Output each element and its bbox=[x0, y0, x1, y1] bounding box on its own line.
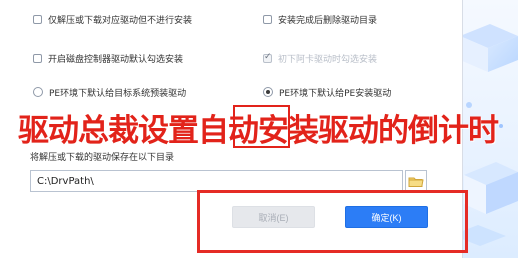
confirm-button[interactable]: 确定(K) bbox=[345, 206, 428, 228]
option-delete-driver-folder[interactable]: 安装完成后删除驱动目录 bbox=[263, 10, 377, 28]
option-disk-controller-driver[interactable]: 开启磁盘控制器驱动默认勾选安装 bbox=[33, 49, 183, 67]
option-disabled-auto-install-label: 初下阿卡驱动时勾选安装 bbox=[278, 54, 378, 65]
option-disabled-auto-install: 初下阿卡驱动时勾选安装 bbox=[263, 49, 377, 67]
checkbox-disabled-auto-install bbox=[263, 52, 272, 63]
checkbox-delete-driver-folder[interactable] bbox=[263, 14, 272, 24]
radio-button-pe-install[interactable] bbox=[263, 87, 273, 97]
tutorial-overlay-title: 驱动总裁设置自动安装驱动的倒计时 bbox=[18, 112, 499, 149]
screenshot-page: 仅解压或下载对应驱动但不进行安装 安装完成后删除驱动目录 开启磁盘控制器驱动默认… bbox=[0, 0, 518, 258]
option-disk-controller-driver-label: 开启磁盘控制器驱动默认勾选安装 bbox=[48, 54, 184, 65]
option-extract-only-label: 仅解压或下载对应驱动但不进行安装 bbox=[48, 15, 193, 26]
radio-button-target-system[interactable] bbox=[33, 87, 43, 97]
driver-save-path-input[interactable] bbox=[30, 170, 403, 192]
radio-pe-install-label: PE环境下默认给PE安装驱动 bbox=[279, 88, 392, 99]
checkbox-disk-controller-driver[interactable] bbox=[33, 53, 42, 63]
option-extract-only[interactable]: 仅解压或下载对应驱动但不进行安装 bbox=[33, 10, 192, 28]
checkbox-extract-only[interactable] bbox=[33, 14, 42, 24]
cancel-button[interactable]: 取消(E) bbox=[232, 206, 315, 228]
folder-icon bbox=[408, 177, 424, 187]
radio-target-system-label: PE环境下默认给目标系统预装驱动 bbox=[49, 88, 187, 99]
browse-folder-button[interactable] bbox=[405, 170, 427, 192]
option-delete-driver-folder-label: 安装完成后删除驱动目录 bbox=[278, 15, 378, 26]
radio-target-system-preinstall[interactable]: PE环境下默认给目标系统预装驱动 bbox=[33, 83, 186, 101]
radio-pe-install-driver[interactable]: PE环境下默认给PE安装驱动 bbox=[263, 83, 391, 101]
